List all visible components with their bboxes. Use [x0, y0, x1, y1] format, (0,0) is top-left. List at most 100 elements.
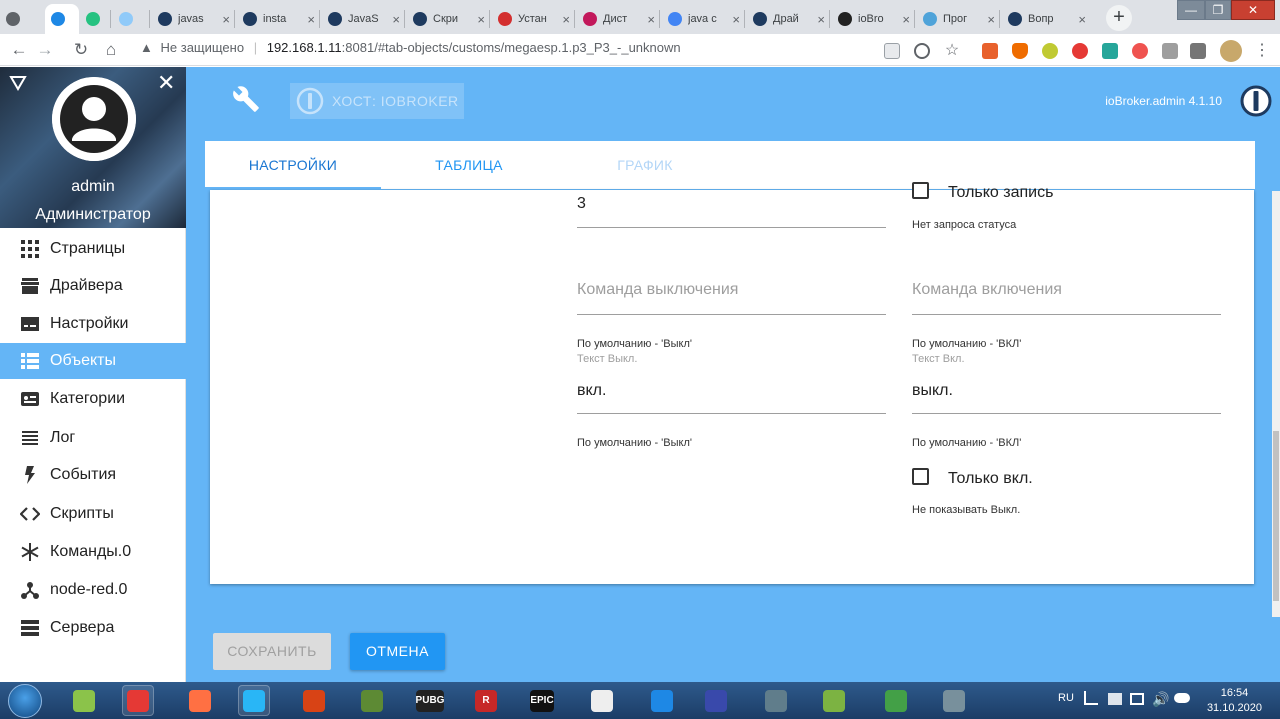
browser-tab[interactable]: insta ×	[237, 4, 321, 34]
taskbar-app-icon[interactable]	[68, 685, 100, 716]
browser-tab[interactable]: Дист ×	[577, 4, 661, 34]
scrollbar-thumb[interactable]	[1273, 431, 1279, 601]
tab-close-icon[interactable]: ×	[307, 12, 315, 27]
tab-settings[interactable]: НАСТРОЙКИ	[205, 141, 381, 189]
taskbar-app-icon[interactable]	[184, 685, 216, 716]
extension-icon[interactable]	[982, 43, 998, 59]
tab-close-icon[interactable]: ×	[647, 12, 655, 27]
menu-dots-icon[interactable]: ⋮	[1254, 43, 1270, 59]
new-tab-button[interactable]: +	[1106, 5, 1132, 31]
puzzle-icon[interactable]	[1162, 43, 1178, 59]
shield-extension-icon[interactable]	[1012, 43, 1028, 59]
minimize-button[interactable]: —	[1177, 0, 1205, 20]
tab-close-icon[interactable]: ×	[1078, 12, 1086, 27]
sidebar-item[interactable]: Категории	[0, 381, 186, 417]
maximize-button[interactable]: ❐	[1205, 0, 1231, 20]
sidebar-item[interactable]: Лог	[0, 420, 186, 456]
taskbar-app-icon[interactable]	[298, 685, 330, 716]
home-button[interactable]: ⌂	[100, 39, 122, 61]
on-command-input[interactable]: Команда включения	[912, 281, 1062, 299]
sidebar-item[interactable]: Скрипты	[0, 496, 186, 532]
browser-tab[interactable]: JavaS ×	[322, 4, 406, 34]
media-icon[interactable]	[1190, 43, 1206, 59]
collapse-triangle-icon[interactable]	[9, 74, 27, 92]
zoom-icon[interactable]	[914, 43, 930, 59]
only-on-checkbox[interactable]	[912, 468, 929, 485]
browser-tab[interactable]: Вопр ×	[1002, 4, 1092, 34]
browser-tab[interactable]: Драй ×	[747, 4, 831, 34]
close-icon[interactable]: ✕	[157, 72, 175, 94]
windows-start-button[interactable]	[8, 684, 42, 718]
tab-close-icon[interactable]: ×	[987, 12, 995, 27]
taskbar-app-icon[interactable]	[700, 685, 732, 716]
off-text-input[interactable]: вкл.	[577, 382, 606, 400]
browser-tab[interactable]: ioBro ×	[832, 4, 916, 34]
taskbar-app-icon[interactable]	[646, 685, 678, 716]
taskbar-app-icon[interactable]	[238, 685, 270, 716]
on-text-input[interactable]: выкл.	[912, 382, 953, 400]
browser-tab[interactable]: Прог ×	[917, 4, 1001, 34]
forward-button[interactable]: →	[34, 39, 56, 61]
browser-tab[interactable]	[45, 4, 79, 34]
taskbar-app-icon[interactable]	[356, 685, 388, 716]
browser-tab[interactable]: java c ×	[662, 4, 746, 34]
browser-tab[interactable]: javas ×	[152, 4, 236, 34]
sidebar-item[interactable]: Сервера	[0, 610, 186, 646]
sidebar-item[interactable]: Страницы	[0, 231, 186, 267]
browser-tab[interactable]: Скри ×	[407, 4, 491, 34]
close-window-button[interactable]: ✕	[1231, 0, 1275, 20]
profile-avatar-icon[interactable]	[1220, 40, 1242, 62]
taskbar-clock[interactable]: 16:54 31.10.2020	[1207, 686, 1262, 716]
browser-tab[interactable]	[0, 4, 40, 34]
tray-network-icon[interactable]	[1130, 693, 1144, 705]
tab-close-icon[interactable]: ×	[817, 12, 825, 27]
browser-tab[interactable]: Устан ×	[492, 4, 576, 34]
content-scrollbar[interactable]	[1272, 191, 1280, 621]
tab-table[interactable]: ТАБЛИЦА	[381, 141, 557, 189]
tab-close-icon[interactable]: ×	[562, 12, 570, 27]
translate-icon[interactable]	[884, 43, 900, 59]
tab-close-icon[interactable]: ×	[477, 12, 485, 27]
address-bar[interactable]: ▲ Не защищено | 192.168.1.11:8081/#tab-o…	[140, 40, 681, 55]
sidebar-item[interactable]: Настройки	[0, 306, 186, 342]
tab-close-icon[interactable]: ×	[222, 12, 230, 27]
host-selector[interactable]: ХОСТ: IOBROKER	[290, 83, 464, 119]
browser-tab[interactable]	[80, 4, 112, 34]
only-write-checkbox[interactable]	[912, 182, 929, 199]
taskbar-app-icon[interactable]	[880, 685, 912, 716]
wrench-icon[interactable]	[232, 85, 260, 113]
taskbar-app-icon[interactable]	[760, 685, 792, 716]
extension-icon[interactable]	[1102, 43, 1118, 59]
opera-icon[interactable]	[1072, 43, 1088, 59]
tab-close-icon[interactable]: ×	[902, 12, 910, 27]
bookmark-star-icon[interactable]: ☆	[944, 43, 960, 59]
taskbar-app-icon[interactable]: PUBG	[414, 685, 446, 716]
sidebar-item[interactable]: node-red.0	[0, 572, 186, 608]
sidebar-item[interactable]: Команды.0	[0, 534, 186, 570]
tray-cloud-icon[interactable]	[1174, 693, 1190, 703]
sidebar-item[interactable]: Объекты	[0, 343, 186, 379]
tray-flag-icon[interactable]	[1108, 693, 1122, 705]
tray-arrow-icon[interactable]	[1084, 691, 1098, 705]
taskbar-app-icon[interactable]: EPIC	[526, 685, 558, 716]
sidebar-item[interactable]: События	[0, 457, 186, 493]
extension-icon[interactable]	[1132, 43, 1148, 59]
browser-tab[interactable]	[113, 4, 151, 34]
tab-close-icon[interactable]: ×	[392, 12, 400, 27]
off-command-input[interactable]: Команда выключения	[577, 281, 738, 299]
taskbar-app-icon[interactable]	[122, 685, 154, 716]
tab-close-icon[interactable]: ×	[732, 12, 740, 27]
reload-button[interactable]: ↻	[70, 39, 92, 61]
taskbar-app-icon[interactable]	[938, 685, 970, 716]
language-indicator[interactable]: RU	[1058, 692, 1074, 719]
taskbar-app-icon[interactable]	[586, 685, 618, 716]
save-button[interactable]: СОХРАНИТЬ	[213, 633, 331, 670]
extension-icon[interactable]	[1042, 43, 1058, 59]
tray-volume-icon[interactable]: 🔊	[1152, 691, 1169, 719]
top-value-input[interactable]: 3	[577, 195, 586, 213]
back-button[interactable]: ←	[8, 39, 30, 61]
cancel-button[interactable]: ОТМЕНА	[350, 633, 445, 670]
sidebar-item[interactable]: Драйвера	[0, 268, 186, 304]
taskbar-app-icon[interactable]: R	[470, 685, 502, 716]
taskbar-app-icon[interactable]	[818, 685, 850, 716]
